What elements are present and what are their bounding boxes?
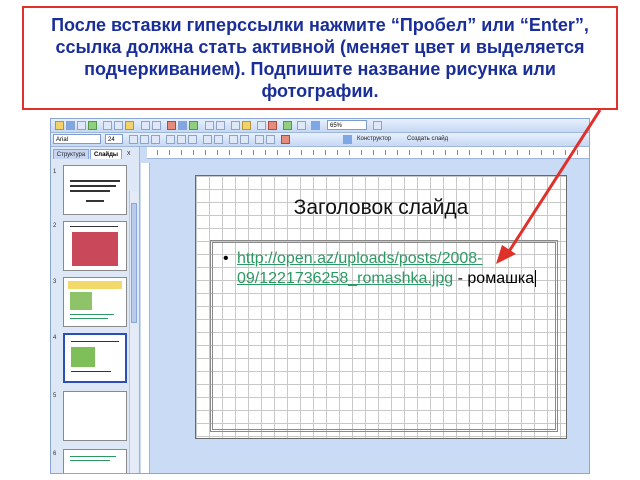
- print-icon[interactable]: [77, 121, 86, 130]
- vertical-ruler: [141, 163, 150, 473]
- align-right-icon[interactable]: [188, 135, 197, 144]
- slide-canvas[interactable]: Заголовок слайда • http://open.az/upload…: [195, 175, 567, 439]
- standard-toolbar: 65%: [51, 119, 589, 133]
- hyperlink[interactable]: http://open.az/uploads/posts/2008-09/122…: [237, 250, 483, 287]
- tab-slides[interactable]: Слайды: [90, 149, 122, 159]
- slide-title[interactable]: Заголовок слайда: [196, 196, 566, 220]
- save-icon[interactable]: [66, 121, 75, 130]
- numbering-icon[interactable]: [203, 135, 212, 144]
- underline-icon[interactable]: [151, 135, 160, 144]
- horizontal-ruler: [147, 147, 589, 159]
- bullets-icon[interactable]: [214, 135, 223, 144]
- designer-button[interactable]: Конструктор: [357, 134, 401, 144]
- slide-thumbnail-1[interactable]: [63, 165, 127, 215]
- expand-icon[interactable]: [268, 121, 277, 130]
- font-select[interactable]: Arial: [53, 134, 101, 144]
- italic-icon[interactable]: [140, 135, 149, 144]
- grid-toggle-icon[interactable]: [283, 121, 292, 130]
- close-icon[interactable]: x: [127, 150, 131, 158]
- show-formatting-icon[interactable]: [257, 121, 266, 130]
- slide-thumbnail-5[interactable]: [63, 391, 127, 441]
- zoom-select[interactable]: 65%: [327, 120, 367, 130]
- instruction-callout: После вставки гиперссылки нажмите “Пробе…: [22, 6, 618, 110]
- text-cursor: [535, 270, 537, 288]
- insert-table-icon[interactable]: [178, 121, 187, 130]
- powerpoint-window: 65% Arial 24 Конструктор Создать слайд С…: [50, 118, 590, 474]
- tab-structure[interactable]: Структура: [53, 149, 89, 159]
- content-placeholder[interactable]: • http://open.az/uploads/posts/2008-09/1…: [210, 240, 558, 432]
- open-icon[interactable]: [55, 121, 64, 130]
- slides-panel: Структура Слайды x 1 2 3 4 5 6: [51, 147, 140, 473]
- decrease-font-icon[interactable]: [240, 135, 249, 144]
- create-slide-button[interactable]: Создать слайд: [407, 134, 463, 144]
- bullet-marker: •: [223, 250, 229, 267]
- paste-icon[interactable]: [125, 121, 134, 130]
- insert-chart-icon[interactable]: [167, 121, 176, 130]
- undo-icon[interactable]: [141, 121, 150, 130]
- copy-icon[interactable]: [114, 121, 123, 130]
- color-icon[interactable]: [216, 121, 225, 130]
- slide-thumbnail-2[interactable]: [63, 221, 127, 271]
- panel-scroll-thumb[interactable]: [131, 203, 137, 323]
- slide-number: 1: [53, 169, 57, 175]
- insert-image-icon[interactable]: [231, 121, 240, 130]
- grid-icon[interactable]: [205, 121, 214, 130]
- slide-number: 2: [53, 223, 57, 229]
- spellcheck-icon[interactable]: [88, 121, 97, 130]
- slide-thumbnail-4[interactable]: [63, 333, 127, 383]
- wordart-icon[interactable]: [242, 121, 251, 130]
- increase-indent-icon[interactable]: [266, 135, 275, 144]
- slide-number: 4: [53, 335, 57, 341]
- panel-scrollbar[interactable]: [129, 191, 138, 473]
- slide-number: 5: [53, 393, 57, 399]
- caption-text: - ромашка: [453, 270, 535, 287]
- slide-number: 6: [53, 451, 57, 457]
- slide-thumbnail-6[interactable]: [63, 449, 127, 473]
- bullet-text[interactable]: http://open.az/uploads/posts/2008-09/122…: [237, 249, 557, 289]
- increase-font-icon[interactable]: [229, 135, 238, 144]
- cut-icon[interactable]: [103, 121, 112, 130]
- redo-icon[interactable]: [152, 121, 161, 130]
- callout-text: После вставки гиперссылки нажмите “Пробе…: [51, 15, 589, 101]
- table-icon[interactable]: [311, 121, 320, 130]
- font-size-select[interactable]: 24: [105, 134, 123, 144]
- formatting-toolbar: Arial 24 Конструктор Создать слайд: [51, 133, 589, 147]
- font-color-icon[interactable]: [281, 135, 290, 144]
- slide-thumbnail-3[interactable]: [63, 277, 127, 327]
- bold-icon[interactable]: [129, 135, 138, 144]
- align-center-icon[interactable]: [177, 135, 186, 144]
- help-icon[interactable]: [373, 121, 382, 130]
- align-left-icon[interactable]: [166, 135, 175, 144]
- hyperlink-icon[interactable]: [189, 121, 198, 130]
- designer-icon[interactable]: [343, 135, 352, 144]
- color-bw-icon[interactable]: [297, 121, 306, 130]
- slide-number: 3: [53, 279, 57, 285]
- decrease-indent-icon[interactable]: [255, 135, 264, 144]
